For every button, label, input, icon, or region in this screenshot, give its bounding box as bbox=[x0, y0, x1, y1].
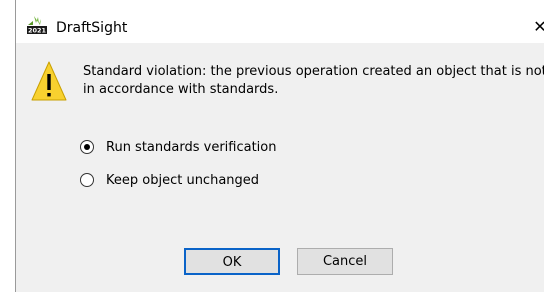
warning-message: Standard violation: the previous operati… bbox=[83, 64, 544, 97]
radio-keep-unchanged[interactable]: Keep object unchanged bbox=[80, 170, 259, 190]
window-title: DraftSight bbox=[56, 20, 128, 36]
radio-label: Keep object unchanged bbox=[106, 172, 260, 188]
title-bar: 2021 DraftSight ✕ bbox=[16, 0, 544, 43]
cancel-button[interactable]: Cancel bbox=[297, 248, 393, 275]
warning-icon bbox=[31, 61, 67, 101]
radio-label: Run standards verification bbox=[106, 139, 277, 155]
app-icon-badge: 2021 bbox=[28, 27, 47, 35]
radio-button-selected[interactable] bbox=[80, 140, 94, 154]
draftsight-icon: 2021 bbox=[27, 16, 47, 35]
radio-button[interactable] bbox=[80, 173, 94, 187]
close-button[interactable]: ✕ bbox=[528, 14, 544, 40]
ok-button[interactable]: OK bbox=[184, 248, 280, 275]
dialog-window: 2021 DraftSight ✕ Standard violation: th… bbox=[15, 0, 544, 292]
radio-run-verification[interactable]: Run standards verification bbox=[80, 137, 276, 157]
